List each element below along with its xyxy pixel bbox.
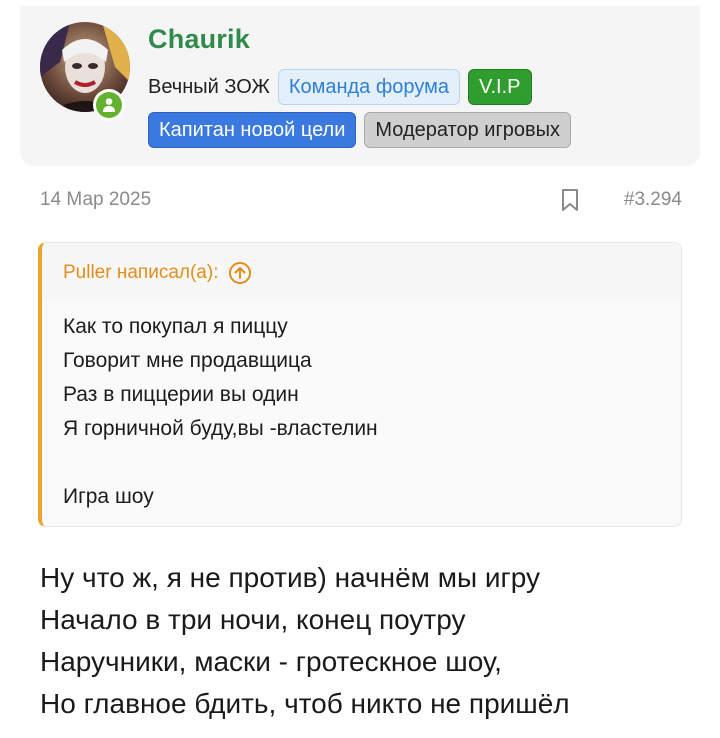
post-card: Chaurik Вечный ЗОЖ Команда форума V.I.P … [0, 0, 720, 738]
quote-line: Говорит мне продавщица [63, 349, 312, 372]
badge-vip: V.I.P [467, 69, 532, 105]
quote-line: Раз в пиццерии вы один [63, 383, 299, 406]
quote-line: Я горничной буду,вы -властелин [63, 417, 378, 440]
badge-captain: Капитан новой цели [148, 112, 357, 148]
user-title: Вечный ЗОЖ [148, 75, 270, 98]
quote-line: Как то покупал я пиццу [63, 315, 288, 338]
arrow-up-circle-icon[interactable] [228, 261, 252, 285]
username-link[interactable]: Chaurik [148, 24, 250, 55]
online-person-icon [103, 98, 115, 112]
message-line: Начало в три ночи, конец поутру [40, 604, 466, 635]
badges-row-1: Вечный ЗОЖ Команда форума V.I.P [148, 69, 532, 105]
online-status-badge [93, 89, 125, 121]
quote-author[interactable]: Puller написал(а): [63, 261, 252, 285]
message-line: Наручники, маски - гротескное шоу, [40, 646, 502, 677]
post-date[interactable]: 14 Мар 2025 [40, 189, 151, 211]
badge-game-moderator: Модератор игровых [364, 112, 572, 148]
bookmark-icon[interactable] [561, 188, 579, 212]
badges-row-2: Капитан новой цели Модератор игровых [148, 112, 572, 148]
post-number-link[interactable]: #3.294 [624, 189, 682, 211]
badge-forum-team: Команда форума [277, 69, 460, 105]
quote-header: Puller написал(а): [42, 243, 681, 302]
quote-line: Игра шоу [63, 485, 154, 508]
post-meta: 14 Мар 2025 #3.294 [40, 189, 682, 215]
quote-block: Puller написал(а): Как то покупал я пицц… [38, 242, 682, 527]
quote-author-text: Puller написал(а): [63, 262, 219, 283]
message-line: Ну что ж, я не против) начнём мы игру [40, 562, 540, 593]
message-line: Но главное бдить, чтоб никто не пришёл [40, 688, 570, 719]
quote-body: Как то покупал я пиццу Говорит мне прода… [42, 301, 681, 526]
